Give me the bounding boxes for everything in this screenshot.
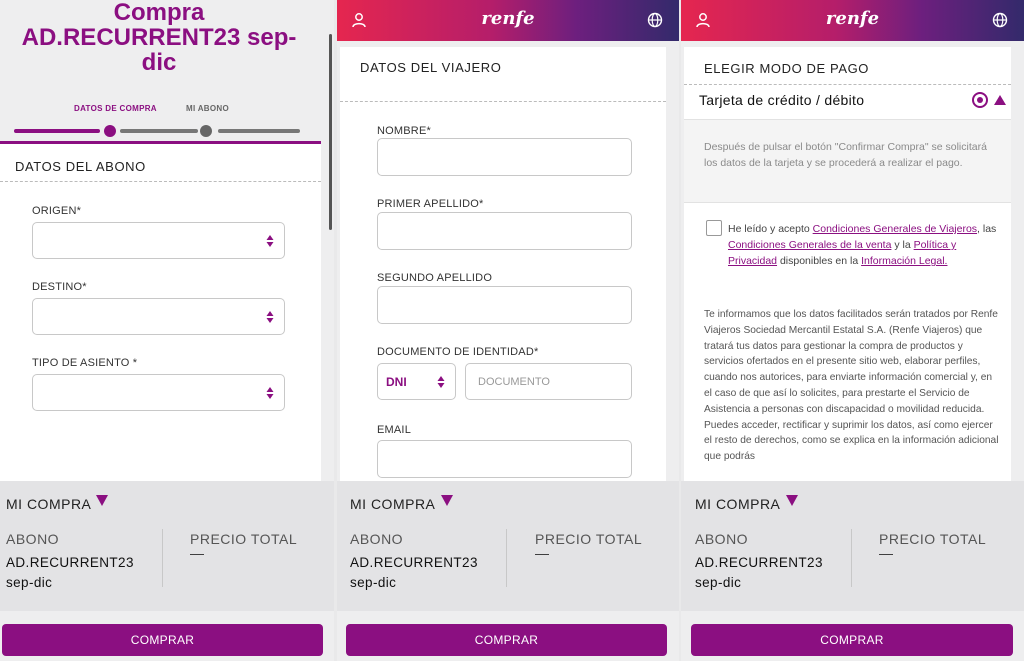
mi-compra-summary: MI COMPRA ABONO AD.RECURRENT23 sep-dic P… bbox=[681, 481, 1024, 611]
segundo-apellido-input[interactable] bbox=[377, 286, 632, 324]
precio-total-label: PRECIO TOTAL bbox=[535, 531, 643, 547]
precio-total-value: — bbox=[879, 545, 893, 561]
comprar-button[interactable]: COMPRAR bbox=[2, 624, 323, 656]
primer-apellido-label: PRIMER APELLIDO* bbox=[377, 198, 484, 210]
precio-total-label: PRECIO TOTAL bbox=[190, 531, 298, 547]
stepper-progress-middle bbox=[120, 129, 198, 133]
stepper-dot-next bbox=[200, 125, 212, 137]
scrollbar-thumb[interactable] bbox=[329, 34, 332, 230]
informacion-legal-link[interactable]: Información Legal. bbox=[861, 255, 947, 267]
stepper-progress-end bbox=[218, 129, 300, 133]
summary-heading[interactable]: MI COMPRA bbox=[6, 496, 91, 512]
accept-terms-checkbox[interactable] bbox=[706, 220, 722, 236]
summary-heading[interactable]: MI COMPRA bbox=[695, 496, 780, 512]
dashed-divider bbox=[0, 181, 321, 182]
segundo-apellido-label: SEGUNDO APELLIDO bbox=[377, 272, 493, 284]
globe-icon[interactable] bbox=[647, 12, 663, 28]
abono-value: AD.RECURRENT23 sep-dic bbox=[350, 555, 478, 590]
condiciones-viajeros-link[interactable]: Condiciones Generales de Viajeros bbox=[813, 223, 977, 235]
email-input[interactable] bbox=[377, 440, 632, 478]
step-mi-abono: MI ABONO bbox=[186, 104, 229, 113]
dashed-divider bbox=[684, 84, 1011, 85]
panel-pago: renfe ELEGIR MODO DE PAGO Tarjeta de cré… bbox=[681, 0, 1024, 661]
select-arrows-icon bbox=[266, 387, 274, 399]
privacy-notice: Te informamos que los datos facilitados … bbox=[704, 309, 999, 463]
destino-select[interactable] bbox=[32, 298, 285, 335]
renfe-logo: renfe bbox=[481, 8, 535, 29]
tipo-asiento-select[interactable] bbox=[32, 374, 285, 411]
summary-divider bbox=[851, 529, 852, 587]
app-header: renfe bbox=[337, 0, 679, 41]
documento-placeholder: DOCUMENTO bbox=[478, 376, 550, 388]
mi-compra-summary: MI COMPRA ABONO AD.RECURRENT23 sep-dic P… bbox=[337, 481, 679, 611]
terms-text: He leído y acepto Condiciones Generales … bbox=[728, 221, 998, 269]
abono-value: AD.RECURRENT23 sep-dic bbox=[6, 555, 134, 590]
app-header: renfe bbox=[681, 0, 1024, 41]
precio-total-label: PRECIO TOTAL bbox=[879, 531, 987, 547]
pago-card: ELEGIR MODO DE PAGO Tarjeta de crédito /… bbox=[684, 47, 1011, 487]
payment-info-text: Después de pulsar el botón "Confirmar Co… bbox=[704, 141, 987, 169]
destino-label: DESTINO* bbox=[32, 281, 87, 293]
dashed-divider bbox=[340, 101, 666, 102]
documento-label: DOCUMENTO DE IDENTIDAD* bbox=[377, 346, 539, 358]
viajero-card: DATOS DEL VIAJERO NOMBRE* PRIMER APELLID… bbox=[340, 47, 666, 487]
abono-card: DATOS DEL ABONO ORIGEN* DESTINO* TIPO DE… bbox=[0, 141, 321, 481]
globe-icon[interactable] bbox=[992, 12, 1008, 28]
abono-label: ABONO bbox=[350, 531, 404, 547]
select-arrows-icon bbox=[266, 235, 274, 247]
terms-text-part: He leído y acepto bbox=[728, 223, 813, 235]
mi-compra-summary: MI COMPRA ABONO AD.RECURRENT23 sep-dic P… bbox=[0, 481, 334, 611]
page-title: Compra AD.RECURRENT23 sep-dic bbox=[0, 0, 318, 75]
abono-value: AD.RECURRENT23 sep-dic bbox=[695, 555, 823, 590]
chevron-down-icon[interactable] bbox=[786, 495, 798, 506]
condiciones-venta-link[interactable]: Condiciones Generales de la venta bbox=[728, 239, 891, 251]
panel-abono: Compra AD.RECURRENT23 sep-dic DATOS DE C… bbox=[0, 0, 334, 661]
chevron-down-icon[interactable] bbox=[441, 495, 453, 506]
abono-label: ABONO bbox=[695, 531, 749, 547]
chevron-up-icon[interactable] bbox=[994, 95, 1006, 105]
terms-text-part: y la bbox=[891, 239, 914, 251]
abono-label: ABONO bbox=[6, 531, 60, 547]
section-title: ELEGIR MODO DE PAGO bbox=[704, 61, 870, 76]
summary-divider bbox=[506, 529, 507, 587]
select-arrows-icon bbox=[266, 311, 274, 323]
step-datos-compra: DATOS DE COMPRA bbox=[74, 104, 157, 113]
precio-total-value: — bbox=[190, 545, 204, 561]
email-label: EMAIL bbox=[377, 424, 412, 436]
tipo-asiento-label: TIPO DE ASIENTO * bbox=[32, 357, 138, 369]
page-title-line2: AD.RECURRENT23 sep-dic bbox=[21, 24, 297, 76]
section-title: DATOS DEL ABONO bbox=[15, 159, 146, 174]
summary-heading[interactable]: MI COMPRA bbox=[350, 496, 435, 512]
stepper-dot-active bbox=[104, 125, 116, 137]
comprar-button[interactable]: COMPRAR bbox=[346, 624, 667, 656]
precio-total-value: — bbox=[535, 545, 549, 561]
screenshot-collage: Compra AD.RECURRENT23 sep-dic DATOS DE C… bbox=[0, 0, 1024, 661]
comprar-button[interactable]: COMPRAR bbox=[691, 624, 1013, 656]
doc-type-select[interactable]: DNI bbox=[377, 363, 456, 400]
payment-option-card[interactable]: Tarjeta de crédito / débito bbox=[699, 92, 864, 108]
nombre-input[interactable] bbox=[377, 138, 632, 176]
renfe-logo: renfe bbox=[825, 8, 880, 29]
summary-divider bbox=[162, 529, 163, 587]
primer-apellido-input[interactable] bbox=[377, 212, 632, 250]
stepper-progress-active bbox=[14, 129, 100, 133]
terms-text-part: , las bbox=[977, 223, 997, 235]
terms-text-part: disponibles en la bbox=[777, 255, 862, 267]
origen-label: ORIGEN* bbox=[32, 205, 82, 217]
documento-input[interactable]: DOCUMENTO bbox=[465, 363, 632, 400]
payment-info-box: Después de pulsar el botón "Confirmar Co… bbox=[684, 119, 1011, 203]
payment-radio[interactable] bbox=[972, 92, 988, 108]
origen-select[interactable] bbox=[32, 222, 285, 259]
doc-type-value: DNI bbox=[386, 375, 407, 389]
nombre-label: NOMBRE* bbox=[377, 125, 431, 137]
page-title-line1: Compra bbox=[113, 0, 205, 26]
section-title: DATOS DEL VIAJERO bbox=[360, 60, 502, 75]
select-arrows-icon bbox=[437, 376, 445, 388]
chevron-down-icon[interactable] bbox=[96, 495, 108, 506]
panel-viajero: renfe DATOS DEL VIAJERO NOMBRE* PRIMER A… bbox=[337, 0, 679, 661]
